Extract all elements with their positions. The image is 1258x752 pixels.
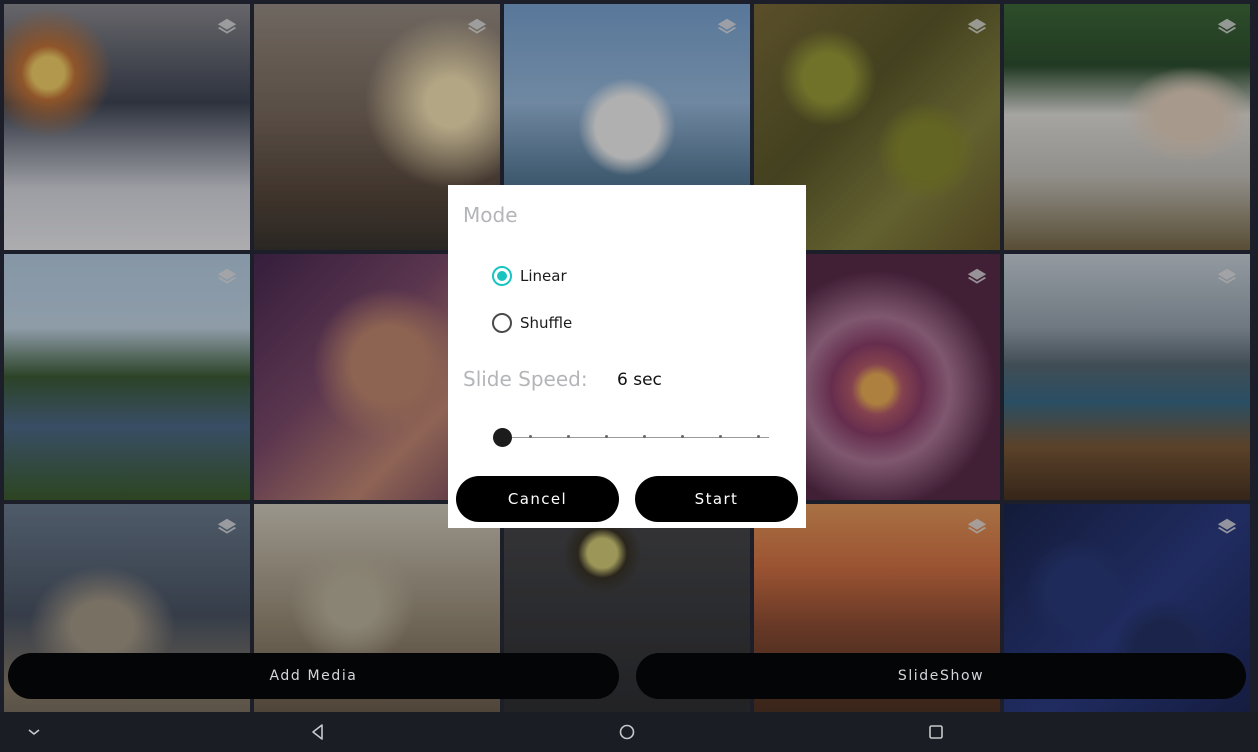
media-tile[interactable] [4, 4, 250, 250]
slideshow-mode-dialog: Mode Linear Shuffle Slide Speed: 6 sec C… [448, 185, 806, 528]
slider-tick [605, 435, 608, 438]
slide-speed-slider[interactable] [493, 425, 769, 449]
home-icon[interactable] [617, 722, 637, 742]
mode-option-linear[interactable]: Linear [492, 265, 567, 287]
add-media-button[interactable]: Add Media [8, 653, 619, 699]
slider-thumb[interactable] [493, 428, 512, 447]
mode-option-shuffle[interactable]: Shuffle [492, 312, 572, 334]
layers-icon [1217, 518, 1237, 534]
layers-icon [1217, 18, 1237, 34]
dialog-title: Mode [463, 203, 518, 227]
slider-tick [567, 435, 570, 438]
slideshow-button[interactable]: SlideShow [636, 653, 1246, 699]
slider-tick [757, 435, 760, 438]
slider-tick [719, 435, 722, 438]
back-icon[interactable] [308, 722, 328, 742]
layers-icon [1217, 268, 1237, 284]
layers-icon [217, 268, 237, 284]
slide-speed-label: Slide Speed: [463, 367, 588, 391]
start-button[interactable]: Start [635, 476, 798, 522]
slide-speed-value: 6 sec [617, 370, 662, 390]
layers-icon [217, 18, 237, 34]
slider-tick [529, 435, 532, 438]
layers-icon [967, 518, 987, 534]
radio-selected-icon[interactable] [492, 266, 512, 286]
radio-unselected-icon[interactable] [492, 313, 512, 333]
slider-track [501, 437, 769, 438]
slider-tick [681, 435, 684, 438]
media-tile[interactable] [1004, 254, 1250, 500]
layers-icon [467, 18, 487, 34]
media-tile[interactable] [1004, 4, 1250, 250]
cancel-button[interactable]: Cancel [456, 476, 619, 522]
layers-icon [967, 18, 987, 34]
recents-icon[interactable] [926, 722, 946, 742]
chevron-down-icon[interactable] [24, 722, 44, 742]
mode-option-label: Shuffle [520, 314, 573, 332]
layers-icon [217, 518, 237, 534]
media-tile[interactable] [4, 254, 250, 500]
mode-option-label: Linear [520, 267, 567, 285]
slider-tick [643, 435, 646, 438]
layers-icon [967, 268, 987, 284]
system-nav-bar [0, 712, 1258, 752]
layers-icon [717, 18, 737, 34]
